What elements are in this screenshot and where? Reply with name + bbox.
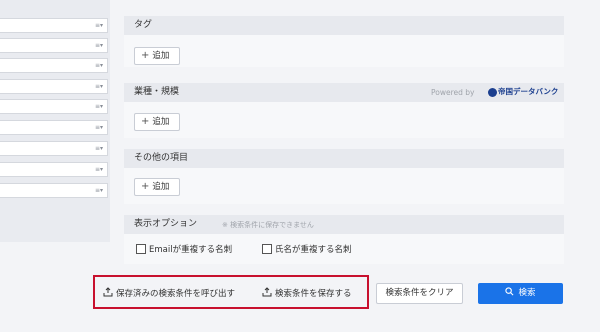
checkbox-duplicate-email[interactable]: Emailが重複する名刺 <box>136 244 232 256</box>
checkbox-box[interactable] <box>136 244 146 254</box>
globe-icon <box>488 87 497 97</box>
checkbox-box[interactable] <box>262 244 272 254</box>
list-icon[interactable]: ≡▾ <box>95 145 103 152</box>
display-options-note: ※ 検索条件に保存できません <box>222 221 314 229</box>
filter-input-row[interactable]: ≡▾ <box>0 141 108 156</box>
filter-input-row[interactable]: ≡▾ <box>0 162 108 177</box>
add-label: 追加 <box>152 51 170 61</box>
save-conditions-button[interactable]: 検索条件を保存する <box>262 287 352 300</box>
list-icon[interactable]: ≡▾ <box>95 42 103 49</box>
other-section-body <box>124 168 564 204</box>
filter-input-row[interactable]: ≡▾ <box>0 58 108 73</box>
add-label: 追加 <box>152 117 170 127</box>
filter-input-row[interactable]: ≡▾ <box>0 79 108 94</box>
list-icon[interactable]: ≡▾ <box>95 103 103 110</box>
checkbox-label: Emailが重複する名刺 <box>149 245 233 255</box>
filter-input-row[interactable]: ≡▾ <box>0 38 108 53</box>
list-icon[interactable]: ≡▾ <box>95 22 103 29</box>
other-add-button[interactable]: + 追加 <box>134 178 180 196</box>
upload-icon <box>103 287 113 297</box>
search-button[interactable]: 検索 <box>478 283 563 304</box>
list-icon[interactable]: ≡▾ <box>95 187 103 194</box>
list-icon[interactable]: ≡▾ <box>95 166 103 173</box>
plus-icon: + <box>141 116 150 127</box>
upload-icon <box>262 287 272 297</box>
load-saved-conditions-button[interactable]: 保存済みの検索条件を呼び出す <box>103 287 235 300</box>
left-filter-panel: ≡▾ ≡▾ ≡▾ ≡▾ ≡▾ ≡▾ ≡▾ ≡▾ ≡▾ <box>0 0 110 242</box>
tag-section-header: タグ <box>124 16 564 35</box>
plus-icon: + <box>141 181 150 192</box>
add-label: 追加 <box>152 182 170 192</box>
industry-add-button[interactable]: + 追加 <box>134 113 180 131</box>
powered-by-text: Powered by <box>431 88 475 97</box>
other-section-header: その他の項目 <box>124 149 564 168</box>
checkbox-label: 氏名が重複する名刺 <box>275 245 352 255</box>
display-options-header: 表示オプション <box>124 215 564 234</box>
save-conditions-label: 検索条件を保存する <box>275 289 352 299</box>
filter-input-row[interactable]: ≡▾ <box>0 183 108 198</box>
list-icon[interactable]: ≡▾ <box>95 62 103 69</box>
tag-section-body <box>124 35 564 67</box>
list-icon[interactable]: ≡▾ <box>95 124 103 131</box>
tag-add-button[interactable]: + 追加 <box>134 47 180 65</box>
load-saved-label: 保存済みの検索条件を呼び出す <box>116 289 236 299</box>
list-icon[interactable]: ≡▾ <box>95 83 103 90</box>
search-label: 検索 <box>518 288 536 298</box>
checkbox-duplicate-name[interactable]: 氏名が重複する名刺 <box>262 244 352 256</box>
filter-input-row[interactable]: ≡▾ <box>0 18 108 33</box>
filter-input-row[interactable]: ≡▾ <box>0 120 108 135</box>
industry-section-body <box>124 102 564 138</box>
clear-conditions-button[interactable]: 検索条件をクリア <box>376 283 463 304</box>
plus-icon: + <box>141 50 150 61</box>
filter-input-row[interactable]: ≡▾ <box>0 99 108 114</box>
tdb-logo: 帝国データバンク <box>488 86 558 97</box>
search-icon <box>505 287 514 296</box>
